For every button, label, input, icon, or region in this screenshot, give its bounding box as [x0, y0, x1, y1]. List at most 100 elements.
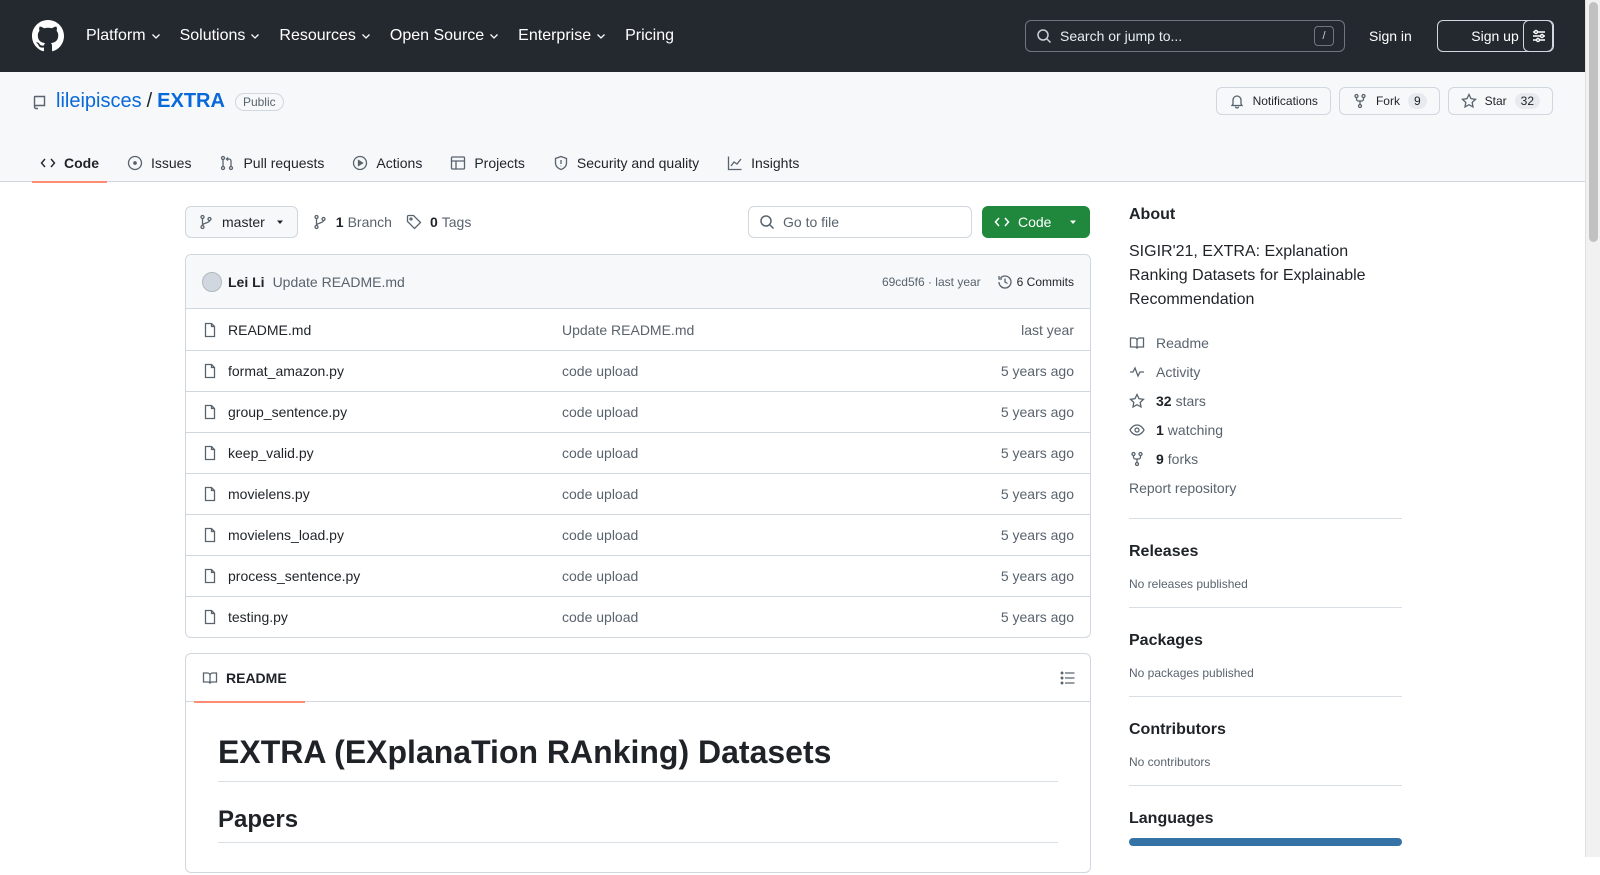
file-commit-message[interactable]: code upload	[562, 568, 1001, 584]
list-outline-icon[interactable]	[1060, 670, 1076, 686]
commit-message[interactable]: Update README.md	[273, 274, 405, 290]
forks-link[interactable]: 9 forks	[1129, 444, 1402, 473]
releases-heading[interactable]: Releases	[1129, 543, 1402, 561]
file-row[interactable]: process_sentence.py code upload 5 years ag…	[186, 555, 1090, 596]
file-name-link[interactable]: group_sentence.py	[228, 404, 562, 420]
file-icon	[204, 445, 216, 461]
tags-link[interactable]: 0 Tags	[406, 214, 471, 230]
tab-issues[interactable]: Issues	[119, 144, 199, 182]
nav-pricing[interactable]: Pricing	[625, 27, 674, 45]
fork-icon	[1354, 93, 1366, 109]
nav-resources[interactable]: Resources	[279, 27, 371, 45]
file-name-link[interactable]: keep_valid.py	[228, 445, 562, 461]
commit-hash-time[interactable]: 69cd5f6 · last year	[882, 275, 981, 289]
avatar[interactable]	[202, 271, 222, 292]
readme-link[interactable]: Readme	[1129, 328, 1402, 357]
search-icon	[1037, 29, 1052, 44]
nav-resources-label: Resources	[279, 27, 356, 44]
file-commit-message[interactable]: code upload	[562, 445, 1001, 461]
page-scrollbar[interactable]	[1585, 0, 1600, 857]
file-row[interactable]: group_sentence.py code upload 5 years ago	[186, 391, 1090, 432]
github-logo-icon[interactable]	[32, 20, 64, 52]
tab-actions[interactable]: Actions	[344, 144, 430, 182]
caret-down-icon	[1070, 220, 1076, 224]
file-name-link[interactable]: movielens.py	[228, 486, 562, 502]
repo-name-link[interactable]: EXTRA	[157, 90, 225, 113]
nav-platform[interactable]: Platform	[86, 27, 162, 45]
packages-heading[interactable]: Packages	[1129, 632, 1402, 650]
file-name-link[interactable]: testing.py	[228, 609, 562, 625]
commits-count-label: 6 Commits	[1016, 274, 1074, 289]
nav-enterprise[interactable]: Enterprise	[518, 27, 607, 45]
file-commit-message[interactable]: code upload	[562, 527, 1001, 543]
code-dropdown-button[interactable]: Code	[982, 206, 1090, 238]
tab-insights[interactable]: Insights	[719, 144, 807, 182]
branch-label: Branch	[347, 214, 392, 230]
file-row[interactable]: movielens.py code upload 5 years ago	[186, 473, 1090, 514]
file-row[interactable]: movielens_load.py code upload 5 years ago	[186, 514, 1090, 555]
contributors-section: Contributors No contributors	[1129, 696, 1402, 769]
tab-security[interactable]: Security and quality	[545, 144, 707, 182]
repo-owner-link[interactable]: lileipisces	[56, 90, 142, 113]
file-age: 5 years ago	[1000, 404, 1074, 420]
scrollbar-thumb[interactable]	[1589, 2, 1598, 242]
notifications-label: Notifications	[1252, 94, 1318, 108]
latest-commit-bar: Lei Li Update README.md 69cd5f6 · last y…	[186, 255, 1090, 309]
file-row[interactable]: keep_valid.py code upload 5 years ago	[186, 432, 1090, 473]
sign-in-link[interactable]: Sign in	[1369, 28, 1412, 44]
commits-link[interactable]: 6 Commits	[997, 274, 1074, 290]
file-age: last year	[1021, 321, 1074, 338]
file-row[interactable]: format_amazon.py code upload 5 years ago	[186, 350, 1090, 391]
file-row[interactable]: testing.py code upload 5 years ago	[186, 596, 1090, 637]
commit-author[interactable]: Lei Li	[228, 274, 265, 290]
tab-pull-requests-label: Pull requests	[243, 155, 325, 171]
report-repository-link[interactable]: Report repository	[1129, 473, 1402, 502]
repo-path-separator: /	[146, 90, 153, 112]
file-list: README.md Update README.md last year format…	[186, 309, 1090, 637]
search-input[interactable]: Search or jump to... /	[1025, 20, 1345, 52]
nav-solutions[interactable]: Solutions	[180, 27, 262, 45]
file-name-link[interactable]: README.md	[228, 322, 562, 338]
file-commit-message[interactable]: code upload	[562, 363, 1001, 379]
file-icon	[204, 568, 216, 584]
tag-icon	[406, 214, 422, 230]
readme-panel: README EXTRA (EXplanaTion RAnking) Datas…	[185, 653, 1091, 873]
star-icon	[1460, 93, 1477, 109]
contributors-heading[interactable]: Contributors	[1129, 721, 1402, 739]
tab-projects[interactable]: Projects	[442, 144, 533, 182]
activity-link[interactable]: Activity	[1129, 357, 1402, 386]
file-name-link[interactable]: movielens_load.py	[228, 527, 562, 543]
file-name-link[interactable]: format_amazon.py	[228, 363, 562, 379]
branch-selector[interactable]: master	[185, 206, 298, 238]
file-commit-message[interactable]: code upload	[562, 609, 1001, 625]
pulse-icon	[1130, 365, 1144, 378]
go-to-file-input[interactable]: Go to file	[748, 206, 972, 238]
shield-icon	[554, 155, 568, 171]
readme-tab[interactable]: README	[194, 654, 305, 703]
file-browser: Lei Li Update README.md 69cd5f6 · last y…	[185, 254, 1091, 638]
file-name-link[interactable]: process_sentence.py	[228, 568, 562, 584]
stars-link[interactable]: 32 stars	[1129, 386, 1402, 415]
nav-open-source-label: Open Source	[389, 27, 485, 44]
tag-count: 0	[429, 214, 438, 230]
watchers-link[interactable]: 1 watching	[1129, 415, 1402, 444]
file-commit-message[interactable]: code upload	[562, 404, 1001, 420]
issue-icon	[127, 155, 143, 171]
history-icon	[998, 274, 1012, 289]
notifications-button[interactable]: Notifications	[1215, 87, 1331, 115]
tag-label: Tags	[441, 214, 472, 230]
tab-pull-requests[interactable]: Pull requests	[211, 144, 332, 182]
tab-code[interactable]: Code	[32, 144, 107, 183]
nav-open-source[interactable]: Open Source	[390, 27, 500, 45]
star-button[interactable]: Star 32	[1447, 87, 1553, 115]
nav-pricing-label: Pricing	[625, 27, 674, 44]
menu-button[interactable]	[1523, 20, 1554, 52]
fork-button[interactable]: Fork 9	[1338, 87, 1440, 115]
star-icon	[1129, 392, 1145, 408]
file-age: 5 years ago	[1000, 527, 1074, 543]
readme-section-heading: Papers	[218, 806, 1058, 843]
file-commit-message[interactable]: code upload	[562, 486, 1001, 502]
branches-link[interactable]: 1 Branch	[312, 214, 392, 230]
file-row[interactable]: README.md Update README.md last year	[186, 309, 1090, 350]
file-commit-message[interactable]: Update README.md	[562, 322, 1021, 338]
